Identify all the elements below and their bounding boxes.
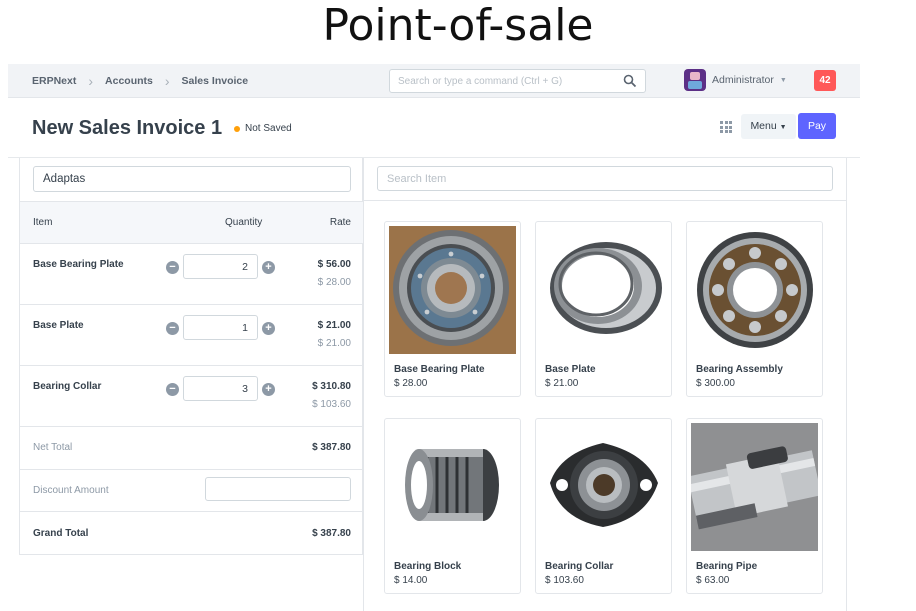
cart-item-amount: $ 56.00 xyxy=(317,259,351,270)
user-menu[interactable]: Administrator ▼ xyxy=(684,69,787,91)
cart-panel: Adaptas Item Quantity Rate Base Bearing … xyxy=(19,158,363,555)
item-name: Bearing Assembly xyxy=(696,364,783,375)
bottom-bracket-image xyxy=(691,423,818,551)
needle-bearing-image xyxy=(389,423,516,551)
discount-amount-input[interactable] xyxy=(205,477,351,501)
page-title: New Sales Invoice 1 xyxy=(32,117,223,139)
notification-badge[interactable]: 42 xyxy=(814,70,836,91)
item-name: Bearing Pipe xyxy=(696,561,758,572)
item-price: $ 21.00 xyxy=(545,378,579,389)
item-name: Bearing Collar xyxy=(545,561,614,572)
item-price: $ 28.00 xyxy=(394,378,428,389)
status-dot-icon xyxy=(234,125,240,132)
minus-icon[interactable]: − xyxy=(166,383,179,396)
cart-item-rate: $ 21.00 xyxy=(317,338,351,349)
breadcrumb-erpnext[interactable]: ERPNext xyxy=(32,75,76,87)
item-card[interactable]: Base Plate $ 21.00 xyxy=(535,221,672,397)
item-price: $ 14.00 xyxy=(394,575,428,586)
menu-label: Menu xyxy=(750,120,777,132)
cart-item-name: Base Bearing Plate xyxy=(33,259,124,270)
cart-row: Base Bearing Plate − 2 + $ 56.00 $ 28.00 xyxy=(20,244,363,305)
cart-row: Base Plate − 1 + $ 21.00 $ 21.00 xyxy=(20,305,363,366)
avatar xyxy=(684,69,706,91)
plus-icon[interactable]: + xyxy=(262,383,275,396)
user-name: Administrator xyxy=(712,74,774,86)
net-total-row: Net Total $ 387.80 xyxy=(20,427,363,470)
breadcrumb-accounts[interactable]: Accounts xyxy=(105,75,153,87)
quantity-input[interactable]: 2 xyxy=(183,254,258,279)
item-card[interactable]: Bearing Pipe $ 63.00 xyxy=(686,418,823,594)
breadcrumb-sales-invoice[interactable]: Sales Invoice xyxy=(182,75,249,87)
item-price: $ 63.00 xyxy=(696,575,730,586)
item-card[interactable]: Base Bearing Plate $ 28.00 xyxy=(384,221,521,397)
column-quantity: Quantity xyxy=(225,217,263,228)
search-placeholder: Search or type a command (Ctrl + G) xyxy=(398,76,563,87)
menu-button[interactable]: Menu ▼ xyxy=(741,114,796,139)
page-header: New Sales Invoice 1 Not Saved Menu ▼ Pay xyxy=(8,100,860,158)
item-card[interactable]: Bearing Collar $ 103.60 xyxy=(535,418,672,594)
slide-title: Point-of-sale xyxy=(322,0,594,51)
discount-label: Discount Amount xyxy=(33,485,109,496)
flange-bearing-image xyxy=(540,423,667,551)
command-search-input[interactable]: Search or type a command (Ctrl + G) xyxy=(389,69,646,93)
chevron-right-icon: › xyxy=(164,72,170,89)
item-name: Bearing Block xyxy=(394,561,462,572)
column-item: Item xyxy=(33,217,53,228)
chevron-right-icon: › xyxy=(88,72,94,89)
net-total-label: Net Total xyxy=(33,442,73,453)
customer-field[interactable]: Adaptas xyxy=(33,166,351,192)
net-total-value: $ 387.80 xyxy=(312,442,351,453)
cart-item-amount: $ 21.00 xyxy=(317,320,351,331)
grand-total-row: Grand Total $ 387.80 xyxy=(20,512,363,555)
caret-down-icon: ▼ xyxy=(779,124,787,131)
quantity-input[interactable]: 1 xyxy=(183,315,258,340)
self-aligning-bearing-image xyxy=(691,226,818,354)
cart-header: Item Quantity Rate xyxy=(20,201,363,244)
status-text: Not Saved xyxy=(245,123,292,134)
pay-button[interactable]: Pay xyxy=(798,113,836,139)
cart-item-rate: $ 28.00 xyxy=(317,277,351,288)
cart-item-name: Base Plate xyxy=(33,320,84,331)
minus-icon[interactable]: − xyxy=(166,322,179,335)
roller-bearing-image xyxy=(540,226,667,354)
cart-item-rate: $ 103.60 xyxy=(312,399,351,410)
item-price: $ 300.00 xyxy=(696,378,735,389)
plus-icon[interactable]: + xyxy=(262,322,275,335)
cart-item-amount: $ 310.80 xyxy=(312,381,351,392)
cart-item-name: Bearing Collar xyxy=(33,381,102,392)
item-search-input[interactable]: Search Item xyxy=(377,166,833,191)
breadcrumb: ERPNext › Accounts › Sales Invoice xyxy=(8,73,248,89)
cart-row: Bearing Collar − 3 + $ 310.80 $ 103.60 xyxy=(20,366,363,427)
search-icon[interactable] xyxy=(623,74,637,88)
minus-icon[interactable]: − xyxy=(166,261,179,274)
discount-row: Discount Amount xyxy=(20,470,363,512)
grand-total-value: $ 387.80 xyxy=(312,528,351,539)
grid-icon[interactable] xyxy=(720,121,732,133)
status-badge: Not Saved xyxy=(234,123,292,134)
item-name: Base Bearing Plate xyxy=(394,364,485,375)
caret-down-icon: ▼ xyxy=(779,76,787,84)
items-panel: Search Item Base Bearing Plate $ 28.00 B… xyxy=(363,158,847,611)
item-card[interactable]: Bearing Assembly $ 300.00 xyxy=(686,221,823,397)
divider xyxy=(364,200,847,201)
grand-total-label: Grand Total xyxy=(33,528,89,539)
item-name: Base Plate xyxy=(545,364,596,375)
navbar: ERPNext › Accounts › Sales Invoice Searc… xyxy=(8,64,860,98)
quantity-input[interactable]: 3 xyxy=(183,376,258,401)
item-price: $ 103.60 xyxy=(545,575,584,586)
ball-bearing-image xyxy=(389,226,516,354)
plus-icon[interactable]: + xyxy=(262,261,275,274)
item-card[interactable]: Bearing Block $ 14.00 xyxy=(384,418,521,594)
column-rate: Rate xyxy=(329,217,351,228)
